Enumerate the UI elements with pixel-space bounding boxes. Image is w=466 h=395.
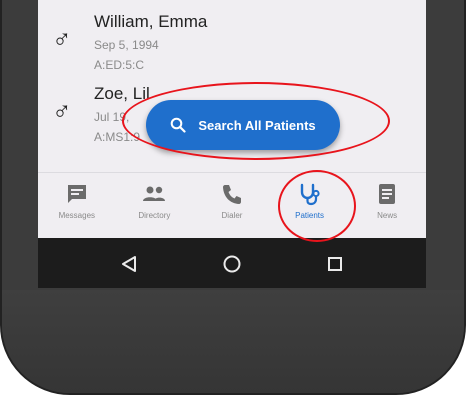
recents-square-icon[interactable]: [315, 244, 355, 284]
nav-item-dialer[interactable]: Dialer: [193, 173, 271, 228]
nav-label: Directory: [138, 211, 171, 220]
system-navigation-bar: [38, 238, 426, 288]
patient-code: A:ED:5:C: [94, 58, 145, 72]
male-icon: ♂: [52, 96, 72, 126]
nav-item-news[interactable]: News: [348, 173, 426, 228]
nav-item-patients[interactable]: Patients: [271, 173, 349, 228]
app-screen: ♂ William, Emma Sep 5, 1994 A:ED:5:C ♂ Z…: [38, 0, 426, 288]
home-circle-icon[interactable]: [212, 244, 252, 284]
nav-label: Messages: [58, 211, 96, 220]
message-icon: [66, 181, 88, 207]
patient-dob: Jul 19,: [94, 110, 130, 124]
nav-label: Dialer: [221, 211, 243, 220]
bottom-nav: Messages Directory Dialer Patients News: [38, 172, 426, 228]
patient-row[interactable]: ♂ William, Emma Sep 5, 1994 A:ED:5:C: [38, 12, 426, 88]
patient-name: Zoe, Lil: [94, 84, 150, 103]
phone-bezel: [2, 290, 464, 393]
nav-item-directory[interactable]: Directory: [116, 173, 194, 228]
news-icon: [377, 181, 397, 207]
search-button-label: Search All Patients: [198, 117, 316, 133]
male-icon: ♂: [52, 24, 72, 54]
patient-dob: Sep 5, 1994: [94, 38, 159, 52]
phone-icon: [221, 181, 243, 207]
search-icon: [170, 117, 186, 133]
nav-label: News: [377, 211, 398, 220]
people-icon: [141, 181, 167, 207]
stethoscope-icon: [298, 181, 322, 207]
patient-code: A:MS1:9: [94, 130, 141, 144]
nav-label: Patients: [295, 211, 325, 220]
back-triangle-icon[interactable]: [109, 244, 149, 284]
patient-name: William, Emma: [94, 12, 208, 31]
search-all-patients-button[interactable]: Search All Patients: [146, 100, 340, 150]
nav-item-messages[interactable]: Messages: [38, 173, 116, 228]
